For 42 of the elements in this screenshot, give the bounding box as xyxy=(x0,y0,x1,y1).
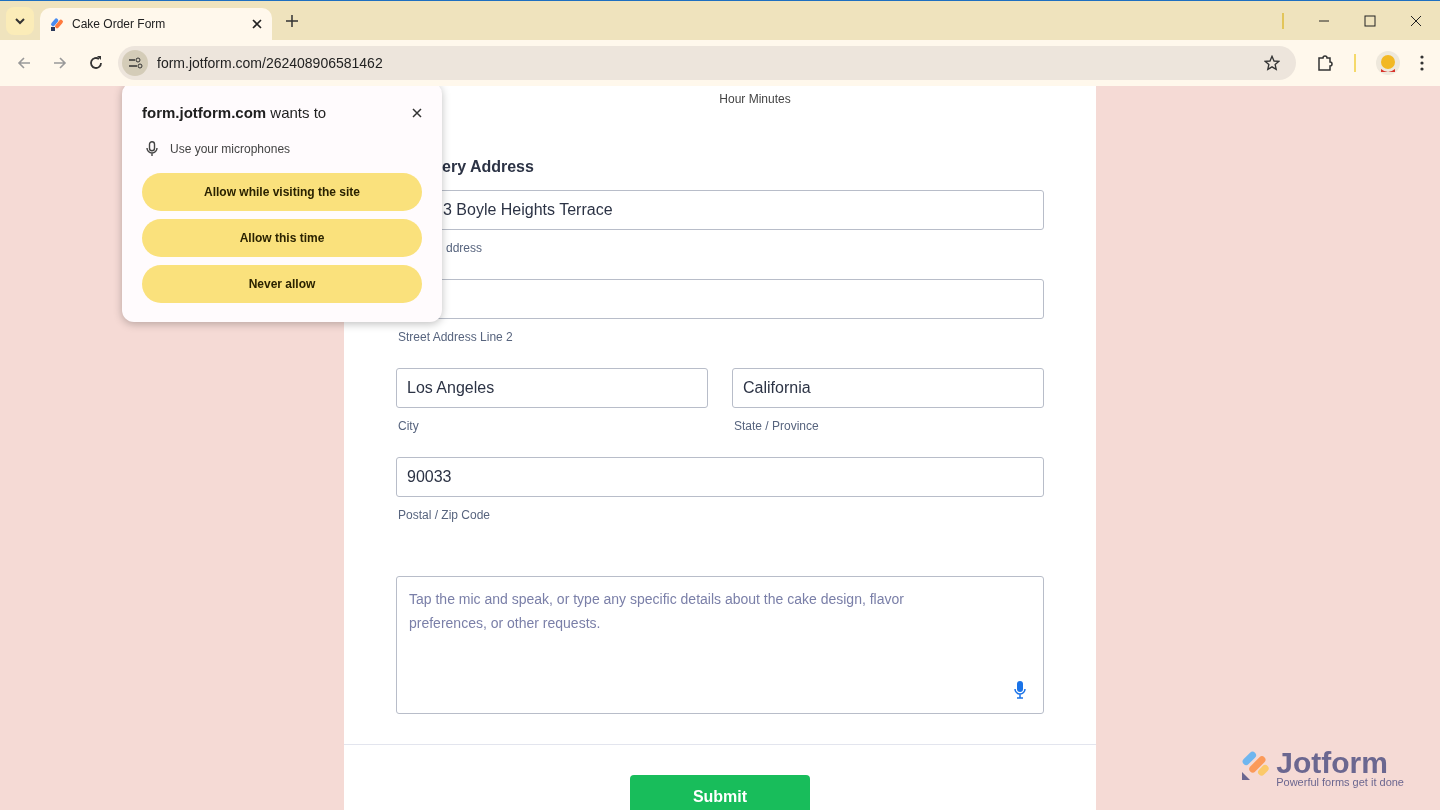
field-sublabel: Postal / Zip Code xyxy=(397,508,492,522)
permission-text: Use your microphones xyxy=(170,142,291,156)
input-field[interactable]: California xyxy=(732,368,1044,408)
tab-title: Cake Order Form xyxy=(72,17,167,31)
microphone-icon[interactable] xyxy=(1014,681,1026,699)
field-sublabel: State / Province xyxy=(733,419,820,433)
details-textarea[interactable]: Tap the mic and speak, or type any specific details about the cake design, flavor preferences, or other requests. xyxy=(396,576,1044,714)
time-sublabel: Hour Minutes xyxy=(718,92,792,106)
section-label: ery Address xyxy=(442,158,535,176)
close-icon[interactable] xyxy=(1410,14,1422,27)
browser-tab[interactable]: Cake Order Form xyxy=(40,8,272,40)
permission-button[interactable]: Never allow xyxy=(142,265,422,303)
separator-icon xyxy=(1282,12,1284,29)
star-icon[interactable] xyxy=(1264,55,1280,71)
site-settings-icon[interactable] xyxy=(121,49,149,77)
app-logo-icon xyxy=(50,17,64,31)
address-bar[interactable]: form.jotform.com/262408906581462 xyxy=(118,46,1296,80)
brand-tagline: Powerful forms get it done xyxy=(1276,776,1404,788)
maximize-icon[interactable] xyxy=(1364,14,1376,27)
menu-icon[interactable] xyxy=(1420,55,1424,71)
puzzle-icon[interactable] xyxy=(1316,54,1334,72)
separator-icon xyxy=(1354,54,1356,72)
input-field[interactable]: Los Angeles xyxy=(396,368,708,408)
close-icon[interactable] xyxy=(412,107,422,118)
permission-button[interactable]: Allow this time xyxy=(142,219,422,257)
permission-button[interactable]: Allow while visiting the site xyxy=(142,173,422,211)
tab-search-button[interactable] xyxy=(6,6,34,35)
microphone-icon xyxy=(146,141,158,157)
field-sublabel: City xyxy=(397,419,420,433)
close-icon[interactable] xyxy=(252,19,262,29)
avatar-icon[interactable] xyxy=(1376,51,1400,75)
new-tab-icon[interactable] xyxy=(286,14,298,27)
chevron-down-icon xyxy=(14,16,26,25)
brand-name: Jotform xyxy=(1276,748,1388,778)
popup-title: form.jotform.com wants to xyxy=(142,104,327,121)
forward-icon[interactable] xyxy=(52,55,68,71)
field-sublabel: ddress xyxy=(445,241,484,255)
back-icon[interactable] xyxy=(16,55,32,71)
url-text: form.jotform.com/262408906581462 xyxy=(157,55,383,71)
input-field[interactable]: 90033 xyxy=(396,457,1044,497)
reload-icon[interactable] xyxy=(88,55,104,71)
field-sublabel: Street Address Line 2 xyxy=(397,330,514,344)
